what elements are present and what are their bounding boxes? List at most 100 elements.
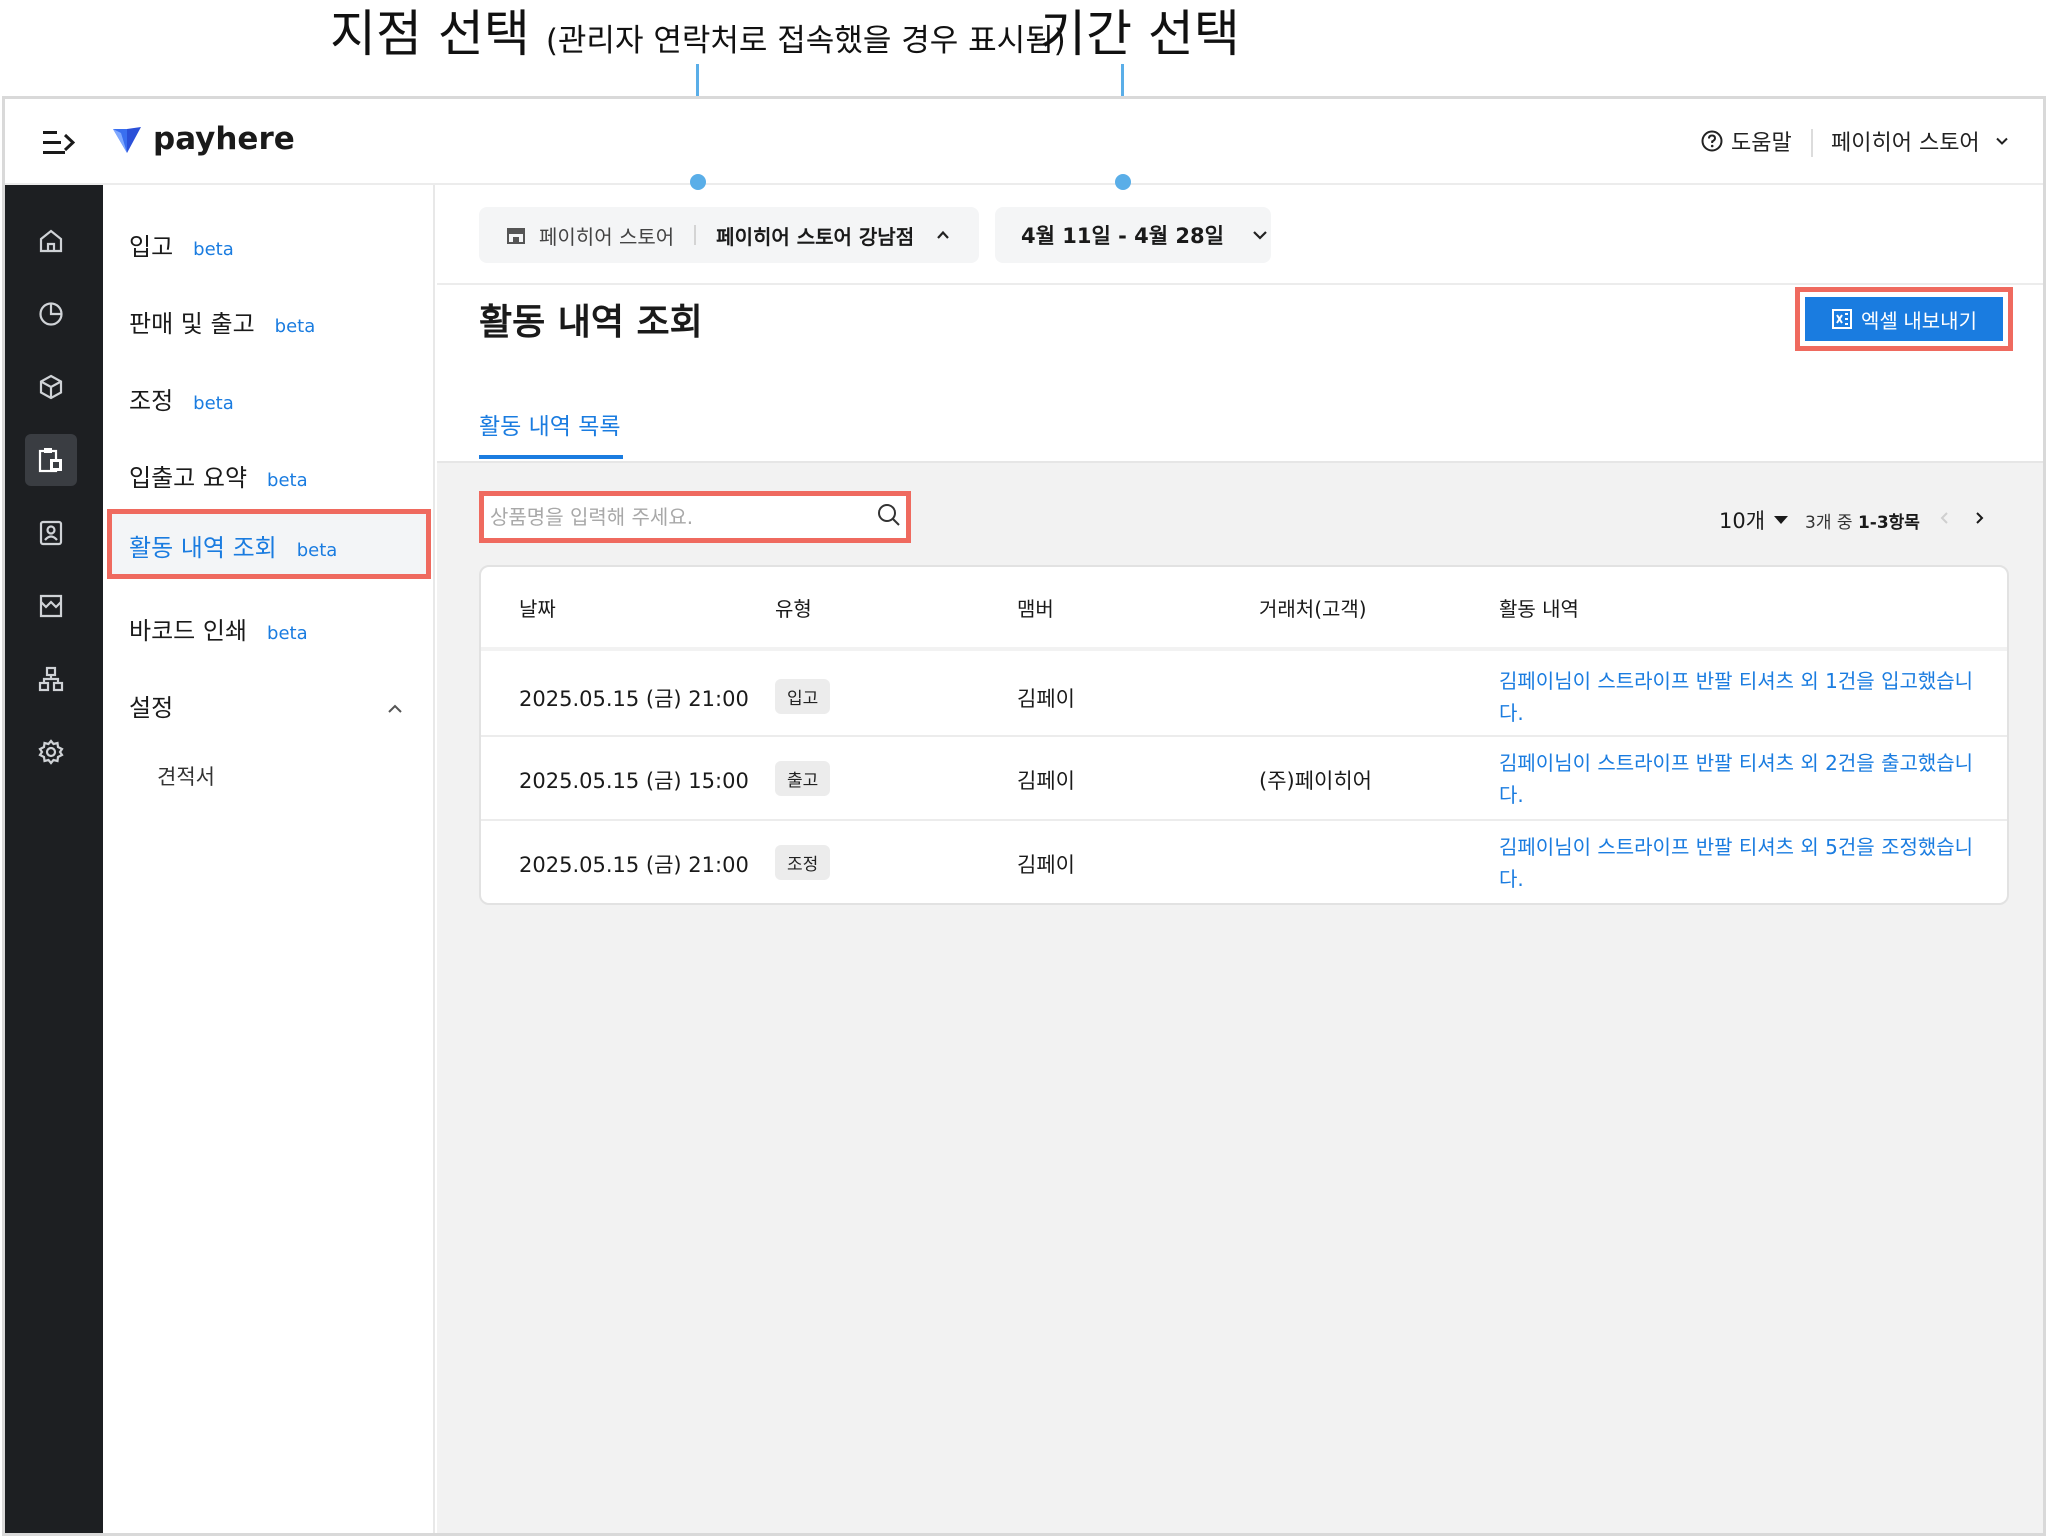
help-label: 도움말 [1731,131,1792,156]
row-activity-link[interactable]: 김페이님이 스트라이프 반팔 티셔츠 외 1건을 입고했습니다. [1499,665,1989,729]
table-header-member: 맴버 [1017,597,1054,621]
annotation-pin-dot-branch [690,174,706,190]
subnav-item-activity-log[interactable]: 활동 내역 조회 beta [107,509,431,579]
contact-icon [39,520,63,546]
chevron-up-icon [937,230,949,239]
store-menu[interactable]: 페이히어 스토어 [1831,125,2010,157]
annotation-branch-note: (관리자 연락처로 접속했을 경우 표시됨) [545,23,1066,59]
subnav-item-barcode[interactable]: 바코드 인쇄 beta [129,611,308,646]
activity-table: 날짜 유형 맴버 거래처(고객) 활동 내역 2025.05.15 (금) 21… [479,565,2009,905]
chevron-right-icon[interactable] [1970,509,1988,531]
pagination: 10개 3개 중 1-3항목 [1719,505,1988,535]
rail-inventory[interactable] [25,434,77,486]
rail-store[interactable] [25,580,77,632]
home-icon [39,229,63,253]
beta-badge: beta [274,316,316,337]
period-select[interactable]: 4월 11일 - 4월 28일 [995,207,1271,263]
subnav-active-content: 활동 내역 조회 beta [129,528,337,563]
annotation-branch: 지점 선택 (관리자 연락처로 접속했을 경우 표시됨) [330,4,1066,71]
subnav-item-quote[interactable]: 견적서 [157,761,215,791]
per-page-value: 10개 [1719,509,1766,533]
table-header-type: 유형 [775,597,812,621]
table-header-partner: 거래처(고객) [1259,597,1367,621]
row-partner: (주)페이히어 [1259,769,1372,793]
row-activity-link[interactable]: 김페이님이 스트라이프 반팔 티셔츠 외 2건을 출고했습니다. [1499,747,1989,811]
table-header: 날짜 유형 맴버 거래처(고객) 활동 내역 [481,567,2007,651]
rail-products[interactable] [25,361,77,413]
rail-dashboard[interactable] [25,288,77,340]
annotation-branch-title: 지점 선택 [330,5,530,63]
search-input[interactable] [490,500,870,534]
chevron-left-icon[interactable] [1936,509,1954,531]
box-icon [39,374,63,400]
table-row[interactable]: 2025.05.15 (금) 15:00 출고 김페이 (주)페이히어 김페이님… [481,739,2007,821]
branch-select[interactable]: 페이히어 스토어 페이히어 스토어 강남점 [479,207,979,263]
page-header: 활동 내역 조회 엑셀 내보내기 활동 내역 목록 [437,285,2043,463]
store-icon [507,228,525,244]
search-icon[interactable] [876,502,902,532]
menu-toggle-icon[interactable] [43,129,76,157]
beta-badge: beta [267,623,308,644]
page-title: 활동 내역 조회 [479,302,703,343]
subnav-item-inbound[interactable]: 입고 beta [129,227,234,262]
subnav-item-label: 바코드 인쇄 [129,617,248,645]
row-date: 2025.05.15 (금) 21:00 [519,853,749,877]
tab-activity-list[interactable]: 활동 내역 목록 [479,407,621,441]
table-header-date: 날짜 [519,597,556,621]
rail-settings[interactable] [25,726,77,778]
chevron-up-icon[interactable] [385,699,405,723]
top-bar: payhere 도움말 페이히어 스토어 [5,99,2043,185]
top-divider [1811,129,1813,157]
beta-badge: beta [193,393,234,414]
rail-organization[interactable] [25,653,77,705]
page-range: 3개 중 1-3항목 [1805,508,1920,533]
org-icon [38,666,64,692]
logo[interactable]: payhere [111,121,295,157]
rail-home[interactable] [25,215,77,267]
help-link[interactable]: 도움말 [1701,125,1792,157]
payhere-logo-icon [113,127,141,153]
subnav-item-sales-outbound[interactable]: 판매 및 출고 beta [129,304,315,339]
clipboard-icon [38,448,62,473]
subnav-item-label: 입고 [129,233,174,261]
beta-badge: beta [296,540,338,561]
per-page-select[interactable]: 10개 [1719,505,1789,535]
tab-underline [479,455,623,459]
main-content: 페이히어 스토어 페이히어 스토어 강남점 4월 11일 - 4월 28일 활동… [437,185,2043,1533]
branch-select-divider [694,225,697,245]
subnav-item-adjustment[interactable]: 조정 beta [129,381,234,416]
store-menu-label: 페이히어 스토어 [1831,131,1980,156]
icon-rail [5,185,103,1533]
table-row[interactable]: 2025.05.15 (금) 21:00 조정 김페이 김페이님이 스트라이프 … [481,821,2007,903]
subnav-item-settings[interactable]: 설정 [129,688,173,723]
row-date: 2025.05.15 (금) 21:00 [519,687,749,711]
annotation-period: 기간 선택 [1040,5,1240,63]
page-range-value: 1-3항목 [1857,512,1920,533]
caret-down-icon [1774,516,1789,524]
rail-customers[interactable] [25,507,77,559]
table-header-activity: 활동 내역 [1499,597,1579,621]
table-row[interactable]: 2025.05.15 (금) 21:00 입고 김페이 김페이님이 스트라이프 … [481,655,2007,737]
row-date: 2025.05.15 (금) 15:00 [519,769,749,793]
search-highlight [479,491,911,543]
export-highlight: 엑셀 내보내기 [1795,287,2013,351]
row-activity-link[interactable]: 김페이님이 스트라이프 반팔 티셔츠 외 5건을 조정했습니다. [1499,831,1989,895]
annotation-layer: 지점 선택 (관리자 연락처로 접속했을 경우 표시됨) 기간 선택 [0,0,2048,97]
chevron-down-icon [1995,137,2008,145]
row-member: 김페이 [1017,687,1075,711]
subnav-item-label: 입출고 요약 [129,464,248,492]
logo-text: payhere [153,121,295,157]
export-excel-button[interactable]: 엑셀 내보내기 [1805,297,2003,341]
subnav-item-label: 조정 [129,387,174,415]
row-member: 김페이 [1017,853,1075,877]
beta-badge: beta [193,239,234,260]
subnav-item-label: 설정 [129,694,174,722]
sub-nav: 입고 beta 판매 및 출고 beta 조정 beta 입출고 요약 beta… [103,185,435,1533]
filter-bar: 페이히어 스토어 페이히어 스토어 강남점 4월 11일 - 4월 28일 [437,185,2043,285]
annotation-pin-dot-period [1115,174,1131,190]
excel-icon [1832,309,1853,329]
subnav-item-summary[interactable]: 입출고 요약 beta [129,458,308,493]
row-member: 김페이 [1017,769,1075,793]
type-badge: 출고 [775,761,831,796]
subnav-item-label: 판매 및 출고 [129,310,255,338]
